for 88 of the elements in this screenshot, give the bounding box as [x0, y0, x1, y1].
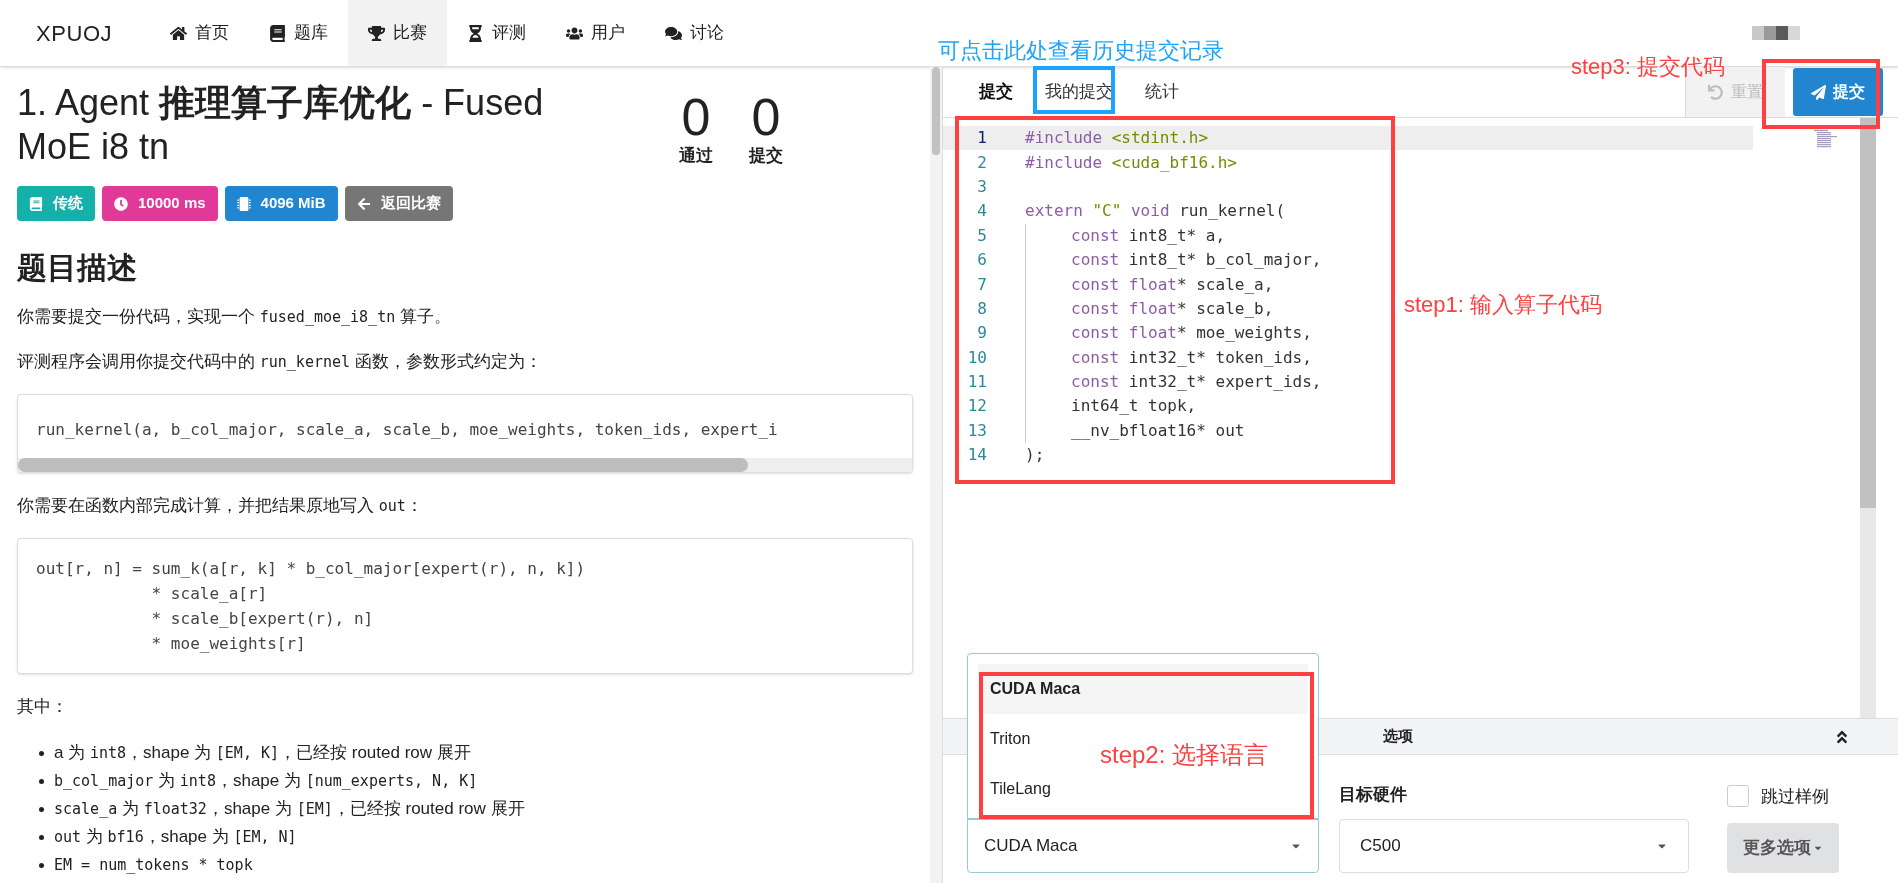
more-options-button[interactable]: 更多选项	[1727, 823, 1839, 873]
description-text: 你需要提交一份代码，实现一个 fused_moe_i8_tn 算子。	[17, 306, 452, 328]
language-select[interactable]: CUDA Maca	[967, 819, 1319, 873]
code-line: int64_t topk,	[1025, 394, 1197, 419]
options-title: 选项	[1383, 726, 1413, 747]
checkbox-label: 跳过样例	[1761, 785, 1829, 808]
hardware-select[interactable]: C500	[1339, 819, 1689, 873]
field-label: 目标硬件	[1339, 783, 1408, 806]
chip-icon	[236, 196, 251, 211]
line-number: 1	[976, 127, 987, 150]
code-line: const int8_t* b_col_major,	[1025, 247, 1322, 273]
description-text: 评测程序会调用你提交代码中的 run_kernel 函数，参数形式约定为：	[17, 351, 543, 373]
nav-item[interactable]: 评测	[447, 0, 547, 66]
code-line: * scale_b[expert(r), n]	[150, 608, 375, 630]
checkbox[interactable]	[1727, 785, 1749, 808]
nav-item[interactable]: 用户	[546, 0, 646, 66]
problem-title: 1. Agent 推理算子库优化 - Fused MoE i8 tn	[17, 81, 545, 169]
list-item: a 为 int8，shape 为 [EM, K]，已经按 routed row 展开	[39, 739, 913, 767]
submit-button[interactable]: 提交	[1792, 68, 1883, 116]
stat-value: 0	[681, 91, 711, 143]
code-line: out[r, n] = sum_k(a[r, k] * b_col_major[expert(r), n, k])	[36, 558, 587, 580]
code-line: const float* scale_b,	[1025, 296, 1274, 322]
code-line: const float* moe_weights,	[1025, 321, 1312, 346]
book-icon	[29, 196, 43, 211]
line-number: 9	[976, 322, 987, 345]
hourglass-icon	[467, 24, 485, 42]
nav-item[interactable]: 比赛	[348, 0, 448, 66]
line-number: 4	[976, 200, 987, 223]
annotation-label: 可点击此处查看历史提交记录	[938, 37, 1224, 65]
code-line: run_kernel(a, b_col_major, scale_a, scale_b, moe_weights, token_ids, expert_i	[36, 419, 779, 441]
code-line: const int32_t* token_ids,	[1025, 345, 1312, 370]
line-number: 5	[976, 224, 987, 247]
dropdown-option[interactable]: CUDA Maca	[978, 664, 1308, 714]
chat-icon	[665, 24, 683, 42]
editor-tab[interactable]: 我的提交	[1029, 67, 1129, 117]
code-line: * moe_weights[r]	[150, 633, 307, 655]
nav-item[interactable]: 讨论	[645, 0, 745, 66]
editor-tab[interactable]: 提交	[963, 67, 1029, 117]
collapse-icon	[1834, 728, 1850, 745]
list-item: EM = num_tokens * topk	[39, 851, 913, 879]
clock-icon	[114, 196, 128, 211]
editor-tab[interactable]: 统计	[1129, 67, 1195, 117]
code-line: #include <cuda_bf16.h>	[1025, 151, 1237, 174]
avatar-placeholder[interactable]	[1752, 26, 1800, 40]
section-heading: 题目描述	[17, 250, 138, 286]
stat-label: 通过	[679, 145, 713, 167]
undo-icon	[1708, 84, 1723, 100]
scrollbar-thumb[interactable]	[932, 67, 940, 155]
stat-label: 提交	[749, 145, 783, 167]
scrollbar-thumb[interactable]	[1860, 118, 1876, 508]
problem-badge: 传统	[17, 186, 95, 221]
book-icon	[269, 24, 287, 42]
nav-item[interactable]: 首页	[150, 0, 250, 66]
code-line: );	[1025, 444, 1045, 467]
site-logo[interactable]: XPUOJ	[36, 16, 113, 50]
line-number: 10	[966, 346, 987, 369]
nav-item[interactable]: 题库	[249, 0, 349, 66]
code-line: __nv_bfloat16* out	[1025, 418, 1245, 444]
scrollbar-thumb[interactable]	[18, 458, 748, 472]
list-item: b_col_major 为 int8，shape 为 [num_experts, N, K]	[39, 767, 913, 795]
line-number: 2	[976, 151, 987, 174]
problem-badge: 4096 MiB	[224, 186, 338, 221]
line-number: 14	[966, 444, 987, 467]
list-item: out 为 bf16，shape 为 [EM, N]	[39, 823, 913, 851]
line-number: 8	[976, 297, 987, 320]
code-line: const int32_t* expert_ids,	[1025, 369, 1322, 395]
stat-value: 0	[751, 91, 781, 143]
line-number: 13	[966, 419, 987, 442]
description-text: 你需要在函数内部完成计算，并把结果原地写入 out：	[17, 495, 424, 517]
code-line: extern "C" void run_kernel(	[1025, 200, 1286, 223]
annotation-label: step1: 输入算子代码	[1404, 291, 1603, 319]
line-number: 3	[976, 175, 987, 198]
list-item: scale_a 为 float32，shape 为 [EM]，已经按 routed row 展开	[39, 795, 913, 823]
description-text: 其中：	[17, 696, 69, 718]
trophy-icon	[368, 24, 386, 42]
paper-plane-icon	[1810, 84, 1826, 100]
code-line: #include <stdint.h>	[1025, 127, 1209, 150]
problem-badge: 10000 ms	[102, 186, 218, 221]
line-number: 12	[966, 395, 987, 418]
home-icon	[170, 24, 188, 42]
code-line: const float* scale_a,	[1025, 272, 1274, 297]
line-number: 11	[966, 371, 987, 394]
arrow-left-icon	[356, 196, 371, 211]
code-line: const int8_t* a,	[1025, 223, 1226, 248]
problem-badge[interactable]: 返回比赛	[344, 186, 453, 221]
line-number: 6	[976, 249, 987, 272]
code-line: * scale_a[r]	[150, 583, 269, 605]
line-number: 7	[976, 273, 987, 296]
